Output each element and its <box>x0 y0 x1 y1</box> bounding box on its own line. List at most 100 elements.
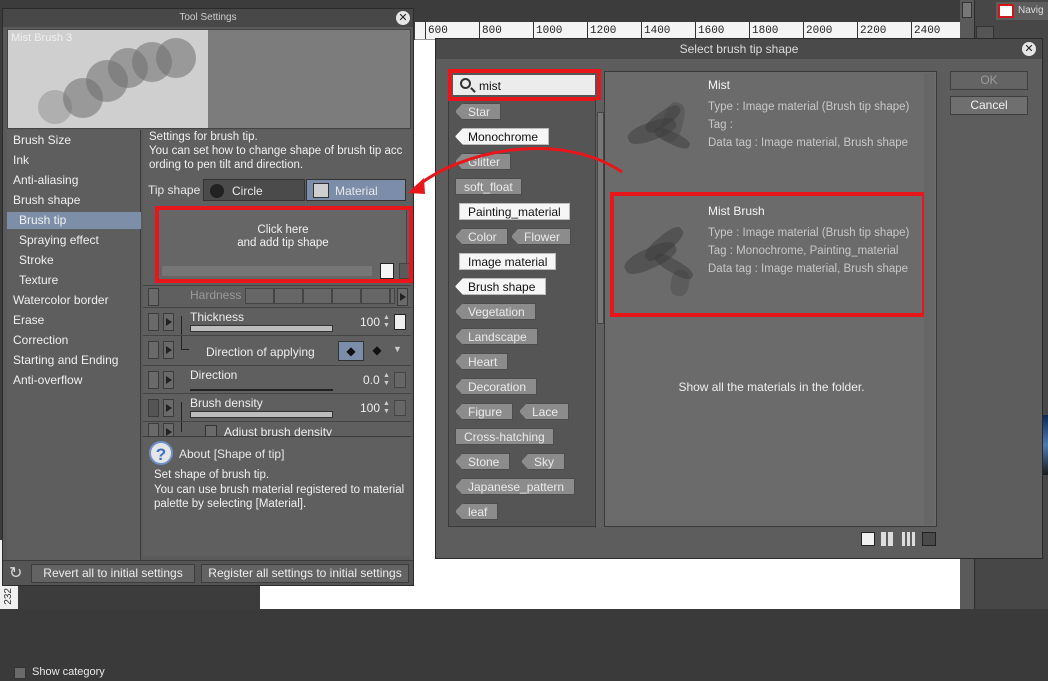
grid-large-icon[interactable] <box>881 532 895 546</box>
tag-color[interactable]: Color <box>455 228 508 245</box>
tip-material-button[interactable]: Material <box>306 179 406 201</box>
tag-image-material[interactable]: Image material <box>459 253 557 270</box>
category-anti-aliasing[interactable]: Anti-aliasing <box>7 172 141 189</box>
direction-applying-lock-button[interactable] <box>148 341 159 359</box>
brush-density-label: Brush density <box>190 396 263 410</box>
tag-painting-material[interactable]: Painting_material <box>459 203 570 220</box>
category-correction[interactable]: Correction <box>7 332 141 349</box>
help-icon: ? <box>149 441 173 465</box>
scroll-up-button[interactable] <box>962 2 972 18</box>
highlight-search <box>448 69 601 101</box>
brush-density-pen-icon[interactable] <box>394 400 406 416</box>
tip-circle-button[interactable]: Circle <box>203 179 305 201</box>
direction-horizontal-icon[interactable]: ◆ <box>338 341 364 361</box>
chevron-down-icon[interactable]: ▼ <box>393 344 402 354</box>
category-anti-overflow[interactable]: Anti-overflow <box>7 372 141 389</box>
tree-branch <box>181 349 189 350</box>
tag-heart[interactable]: Heart <box>455 353 509 370</box>
show-all-materials-text: Show all the materials in the folder. <box>678 380 865 394</box>
tag-figure[interactable]: Figure <box>455 403 514 420</box>
tag-lace[interactable]: Lace <box>519 403 570 420</box>
material-type: Type : Image material (Brush tip shape) <box>708 101 910 113</box>
tool-settings-window: Tool Settings ✕ Mist Brush 3 Brush Size … <box>2 8 414 679</box>
tag-landscape[interactable]: Landscape <box>455 328 538 345</box>
category-watercolor-border[interactable]: Watercolor border <box>7 292 141 309</box>
cancel-button[interactable]: Cancel <box>950 96 1028 115</box>
tag-sky[interactable]: Sky <box>521 453 566 470</box>
dialog-close-icon[interactable]: ✕ <box>1022 42 1036 56</box>
direction-vertical-icon[interactable]: ◆ <box>367 341 387 361</box>
thickness-lock-button[interactable] <box>148 313 159 331</box>
material-list-scrollbar[interactable] <box>924 73 934 525</box>
tool-settings-footer: ↻ Revert all to initial settings Registe… <box>3 560 413 585</box>
tip-material-label: Material <box>335 184 378 198</box>
about-panel: ? About [Shape of tip] Set shape of brus… <box>143 436 411 556</box>
hardness-label: Hardness <box>190 288 242 302</box>
tag-soft-float[interactable]: soft_float <box>455 178 522 195</box>
thickness-dynamics-button[interactable] <box>163 313 174 331</box>
param-brush-density: Brush density 100 ▲ ▼ <box>143 393 411 422</box>
tag-vegetation[interactable]: Vegetation <box>455 303 536 320</box>
tag-stone[interactable]: Stone <box>455 453 511 470</box>
tree-line <box>181 316 182 336</box>
category-list: Brush Size Ink Anti-aliasing Brush shape… <box>7 130 141 679</box>
direction-spinner[interactable]: ▲ ▼ <box>383 372 391 388</box>
ok-button[interactable]: OK <box>950 71 1028 90</box>
category-brush-shape[interactable]: Brush shape <box>7 192 141 209</box>
vertical-ruler-label: 232 <box>3 588 14 605</box>
param-direction: Direction 0.0 ▲ ▼ <box>143 365 411 393</box>
direction-lock-button[interactable] <box>148 371 159 389</box>
register-all-button[interactable]: Register all settings to initial setting… <box>201 564 409 583</box>
direction-dynamics-button[interactable] <box>163 371 174 389</box>
tip-circle-label: Circle <box>232 184 263 198</box>
category-brush-size[interactable]: Brush Size <box>7 132 141 149</box>
thickness-value[interactable]: 100 <box>360 315 380 329</box>
category-texture[interactable]: Texture <box>7 272 141 289</box>
tag-monochrome[interactable]: Monochrome <box>455 128 550 145</box>
material-icon <box>313 183 329 198</box>
about-title: About [Shape of tip] <box>179 447 285 461</box>
thickness-spinner[interactable]: ▲ ▼ <box>383 314 391 330</box>
tag-brush-shape[interactable]: Brush shape <box>455 278 547 295</box>
direction-pen-icon[interactable] <box>394 372 406 388</box>
thickness-shape-icon[interactable] <box>394 314 406 330</box>
direction-applying-dynamics-button[interactable] <box>163 341 174 359</box>
checkbox-view-icon[interactable] <box>861 532 875 546</box>
brush-preview: Mist Brush 3 <box>7 29 411 129</box>
brush-density-slider[interactable] <box>190 411 333 418</box>
material-item-mist[interactable]: Mist Type : Image material (Brush tip sh… <box>605 72 938 180</box>
tag-glitter[interactable]: Glitter <box>455 153 512 170</box>
tag-japanese-pattern[interactable]: Japanese_pattern <box>455 478 576 495</box>
eye-icon[interactable] <box>148 399 159 417</box>
category-spraying-effect[interactable]: Spraying effect <box>7 232 141 249</box>
navigator-icon <box>998 4 1014 18</box>
tag-star[interactable]: Star <box>455 103 502 120</box>
material-thumbnail <box>613 82 703 172</box>
direction-value[interactable]: 0.0 <box>363 373 380 387</box>
brush-density-dynamics-button[interactable] <box>163 399 174 417</box>
grid-small-icon[interactable] <box>902 532 916 546</box>
tag-leaf[interactable]: leaf <box>455 503 499 520</box>
tag-flower[interactable]: Flower <box>511 228 572 245</box>
hardness-selector[interactable] <box>245 288 395 304</box>
tree-line <box>181 336 182 350</box>
hardness-pressure-button[interactable] <box>148 288 159 306</box>
revert-all-button[interactable]: Revert all to initial settings <box>31 564 195 583</box>
category-erase[interactable]: Erase <box>7 312 141 329</box>
category-brush-tip[interactable]: Brush tip <box>7 212 141 229</box>
tag-decoration[interactable]: Decoration <box>455 378 538 395</box>
show-category-checkbox[interactable] <box>14 667 26 679</box>
category-ink[interactable]: Ink <box>7 152 141 169</box>
tag-cross-hatching[interactable]: Cross-hatching <box>455 428 554 445</box>
list-view-icon[interactable] <box>922 532 936 546</box>
thickness-slider[interactable] <box>190 325 333 332</box>
brush-density-value[interactable]: 100 <box>360 401 380 415</box>
hardness-expand-button[interactable] <box>397 288 408 306</box>
param-hardness: Hardness <box>143 285 411 307</box>
category-starting-and-ending[interactable]: Starting and Ending <box>7 352 141 369</box>
brush-density-spinner[interactable]: ▲ ▼ <box>383 400 391 416</box>
tool-settings-close-icon[interactable]: ✕ <box>396 11 410 25</box>
show-category-toggle[interactable]: Show category <box>12 665 144 681</box>
category-stroke[interactable]: Stroke <box>7 252 141 269</box>
direction-slider[interactable] <box>190 389 333 391</box>
